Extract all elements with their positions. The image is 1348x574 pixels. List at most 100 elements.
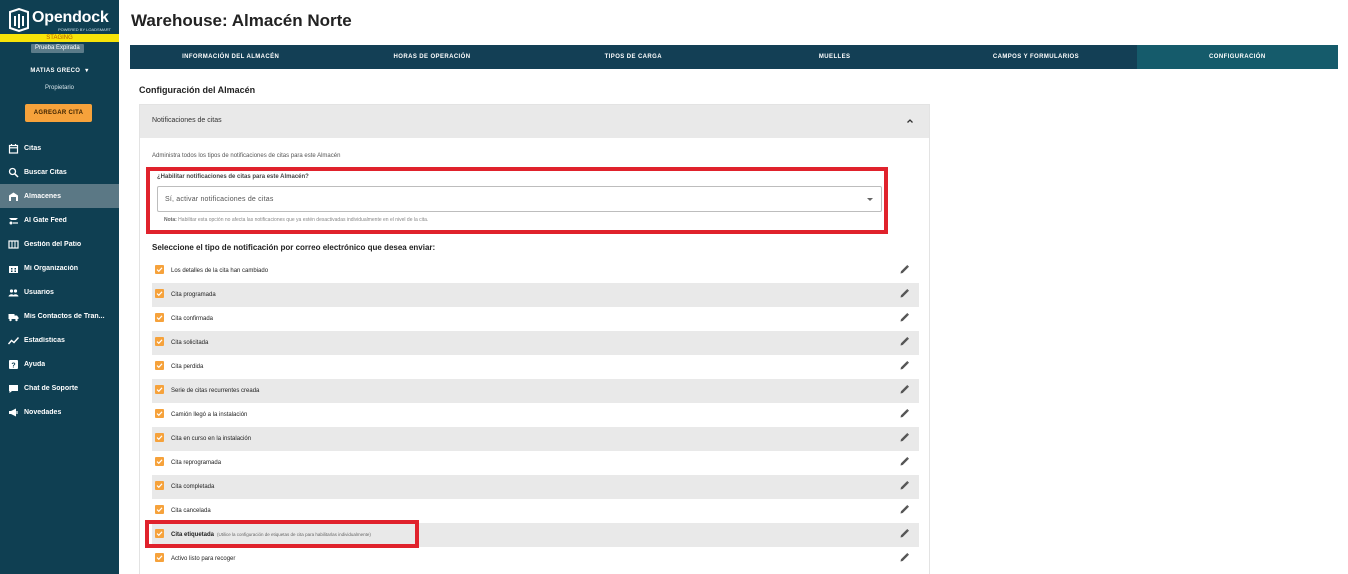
panel-header[interactable]: Notificaciones de citas [140, 105, 929, 138]
select-value: Sí, activar notificaciones de citas [165, 196, 274, 203]
tab[interactable]: TIPOS DE CARGA [533, 45, 734, 69]
edit-pencil-icon[interactable] [899, 312, 910, 323]
sidebar-item-label: Estadísticas [24, 336, 65, 344]
notification-name: Cita solicitada [171, 340, 209, 346]
tab[interactable]: MUELLES [734, 45, 935, 69]
chat-icon [8, 383, 19, 394]
notification-name: Cita reprogramada [171, 460, 222, 466]
note-body: Habilitar esta opción no afecta las noti… [178, 217, 429, 223]
notification-row: Cita reprogramada [152, 451, 919, 475]
notification-checkbox[interactable] [155, 289, 164, 298]
notification-checkbox[interactable] [155, 265, 164, 274]
sidebar-item[interactable]: Mi Organización [0, 256, 119, 280]
edit-pencil-icon[interactable] [899, 336, 910, 347]
panel-description: Administra todos los tipos de notificaci… [152, 153, 341, 159]
add-appointment-button[interactable]: AGREGAR CITA [25, 104, 92, 122]
sidebar-item-label: Citas [24, 144, 42, 152]
notification-row: Activo listo para recoger [152, 547, 919, 571]
notification-label: Cita perdida [171, 364, 203, 370]
brand-logo[interactable]: Opendock POWERED BY LOADSMART [8, 8, 112, 34]
notification-name: Cita en curso en la instalación [171, 436, 252, 442]
tab-bar: INFORMACIÓN DEL ALMACÉN HORAS DE OPERACIÓ… [130, 45, 1338, 69]
notification-row: Cita confirmada [152, 307, 919, 331]
edit-pencil-icon[interactable] [899, 264, 910, 275]
notifications-panel: Notificaciones de citas Administra todos… [139, 104, 930, 574]
configuration-area: Configuración del Almacén Notificaciones… [130, 69, 1338, 574]
sidebar-item[interactable]: Almacenes [0, 184, 119, 208]
sidebar-item-label: Mis Contactos de Tran... [24, 312, 105, 320]
chevron-up-icon[interactable] [905, 116, 915, 126]
checkmark-icon [156, 459, 163, 465]
sidebar-item[interactable]: Chat de Soporte [0, 376, 119, 400]
notification-checkbox[interactable] [155, 337, 164, 346]
brand-name: Opendock [32, 9, 109, 26]
sidebar-item[interactable]: Gestión del Patio [0, 232, 119, 256]
edit-pencil-icon[interactable] [899, 480, 910, 491]
organization-icon [8, 263, 19, 274]
enable-notifications-select[interactable]: Sí, activar notificaciones de citas [157, 186, 882, 212]
notification-checkbox[interactable] [155, 313, 164, 322]
panel-title: Notificaciones de citas [152, 117, 222, 124]
notification-row: Cita etiquetada (Utilice la configuración… [145, 520, 919, 548]
edit-pencil-icon[interactable] [899, 288, 910, 299]
notification-row: Cita programada [152, 283, 919, 307]
edit-pencil-icon[interactable] [899, 408, 910, 419]
notification-name: Camión llegó a la instalación [171, 412, 248, 418]
notification-checkbox[interactable] [155, 385, 164, 394]
tagged-appointment-highlight [145, 520, 419, 548]
edit-pencil-icon[interactable] [899, 360, 910, 371]
notification-row: Camión llegó a la instalación [152, 403, 919, 427]
notification-list: Los detalles de la cita han cambiado Cita… [145, 259, 919, 571]
notification-label: Cita completada [171, 484, 214, 490]
sidebar-item[interactable]: Estadísticas [0, 328, 119, 352]
trial-badge: Prueba Expirada [31, 44, 84, 53]
notification-label: Cita solicitada [171, 340, 208, 346]
sidebar-item[interactable]: Mis Contactos de Tran... [0, 304, 119, 328]
notification-label: Camión llegó a la instalación [171, 412, 247, 418]
notification-checkbox[interactable] [155, 433, 164, 442]
notification-row: Los detalles de la cita han cambiado [152, 259, 919, 283]
main-content: Warehouse: Almacén Norte INFORMACIÓN DEL… [119, 0, 1348, 574]
sidebar-item[interactable]: ? Ayuda [0, 352, 119, 376]
chevron-down-icon: ▾ [85, 68, 89, 74]
svg-text:?: ? [11, 362, 15, 369]
edit-pencil-icon[interactable] [899, 384, 910, 395]
notification-checkbox[interactable] [155, 553, 164, 562]
edit-pencil-icon[interactable] [899, 456, 910, 467]
checkmark-icon [156, 387, 163, 393]
notification-checkbox[interactable] [155, 457, 164, 466]
notification-label: Cita confirmada [171, 316, 213, 322]
tab[interactable]: HORAS DE OPERACIÓN [331, 45, 532, 69]
sidebar-item-label: Chat de Soporte [24, 384, 79, 392]
sidebar-item-label: Gestión del Patio [24, 240, 82, 248]
page-title: Warehouse: Almacén Norte [131, 11, 352, 30]
notification-label: Cita cancelada [171, 508, 211, 514]
notification-row: Cita perdida [152, 355, 919, 379]
sidebar-item[interactable]: Buscar Citas [0, 160, 119, 184]
notification-checkbox[interactable] [155, 481, 164, 490]
checkmark-icon [156, 507, 163, 513]
notification-checkbox[interactable] [155, 505, 164, 514]
notification-row: Serie de citas recurrentes creada [152, 379, 919, 403]
checkmark-icon [156, 339, 163, 345]
user-menu[interactable]: MATIAS GRECO ▾ [0, 67, 119, 74]
edit-pencil-icon[interactable] [899, 504, 910, 515]
sidebar-item[interactable]: Novedades [0, 400, 119, 424]
user-role: Propietario [44, 85, 74, 91]
edit-pencil-icon[interactable] [899, 528, 910, 539]
sidebar-item[interactable]: Citas [0, 136, 119, 160]
tab[interactable]: CAMPOS Y FORMULARIOS [935, 45, 1136, 69]
sidebar: Opendock POWERED BY LOADSMART STAGING Pr… [0, 0, 119, 574]
sidebar-item[interactable]: AI Gate Feed [0, 208, 119, 232]
notification-checkbox[interactable] [155, 409, 164, 418]
user-name: MATIAS GRECO [30, 68, 81, 74]
edit-pencil-icon[interactable] [899, 552, 910, 563]
checkmark-icon [156, 291, 163, 297]
edit-pencil-icon[interactable] [899, 432, 910, 443]
checkmark-icon [156, 411, 163, 417]
checkmark-icon [156, 363, 163, 369]
sidebar-item[interactable]: Usuarios [0, 280, 119, 304]
tab[interactable]: INFORMACIÓN DEL ALMACÉN [130, 45, 331, 69]
notification-checkbox[interactable] [155, 361, 164, 370]
tab[interactable]: CONFIGURACIÓN [1136, 45, 1338, 69]
